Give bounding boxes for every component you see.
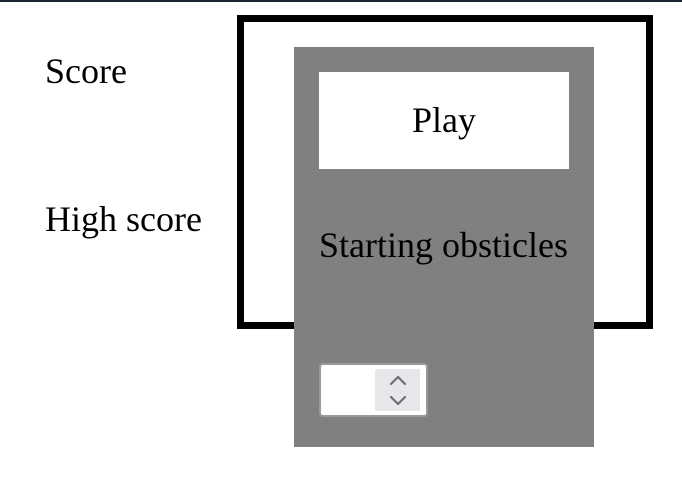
chevron-down-icon[interactable] [375, 390, 420, 411]
top-divider [0, 0, 682, 2]
score-label: Score [45, 51, 127, 91]
play-button[interactable]: Play [319, 72, 569, 169]
starting-obstacles-input[interactable] [327, 365, 375, 415]
chevron-up-icon[interactable] [375, 369, 420, 390]
stepper-spin-buttons[interactable] [375, 369, 420, 411]
starting-obstacles-label: Starting obsticles [319, 225, 568, 265]
start-menu-panel: Play Starting obsticles [294, 47, 594, 447]
starting-obstacles-stepper[interactable] [319, 363, 428, 417]
high-score-label: High score [45, 199, 202, 239]
